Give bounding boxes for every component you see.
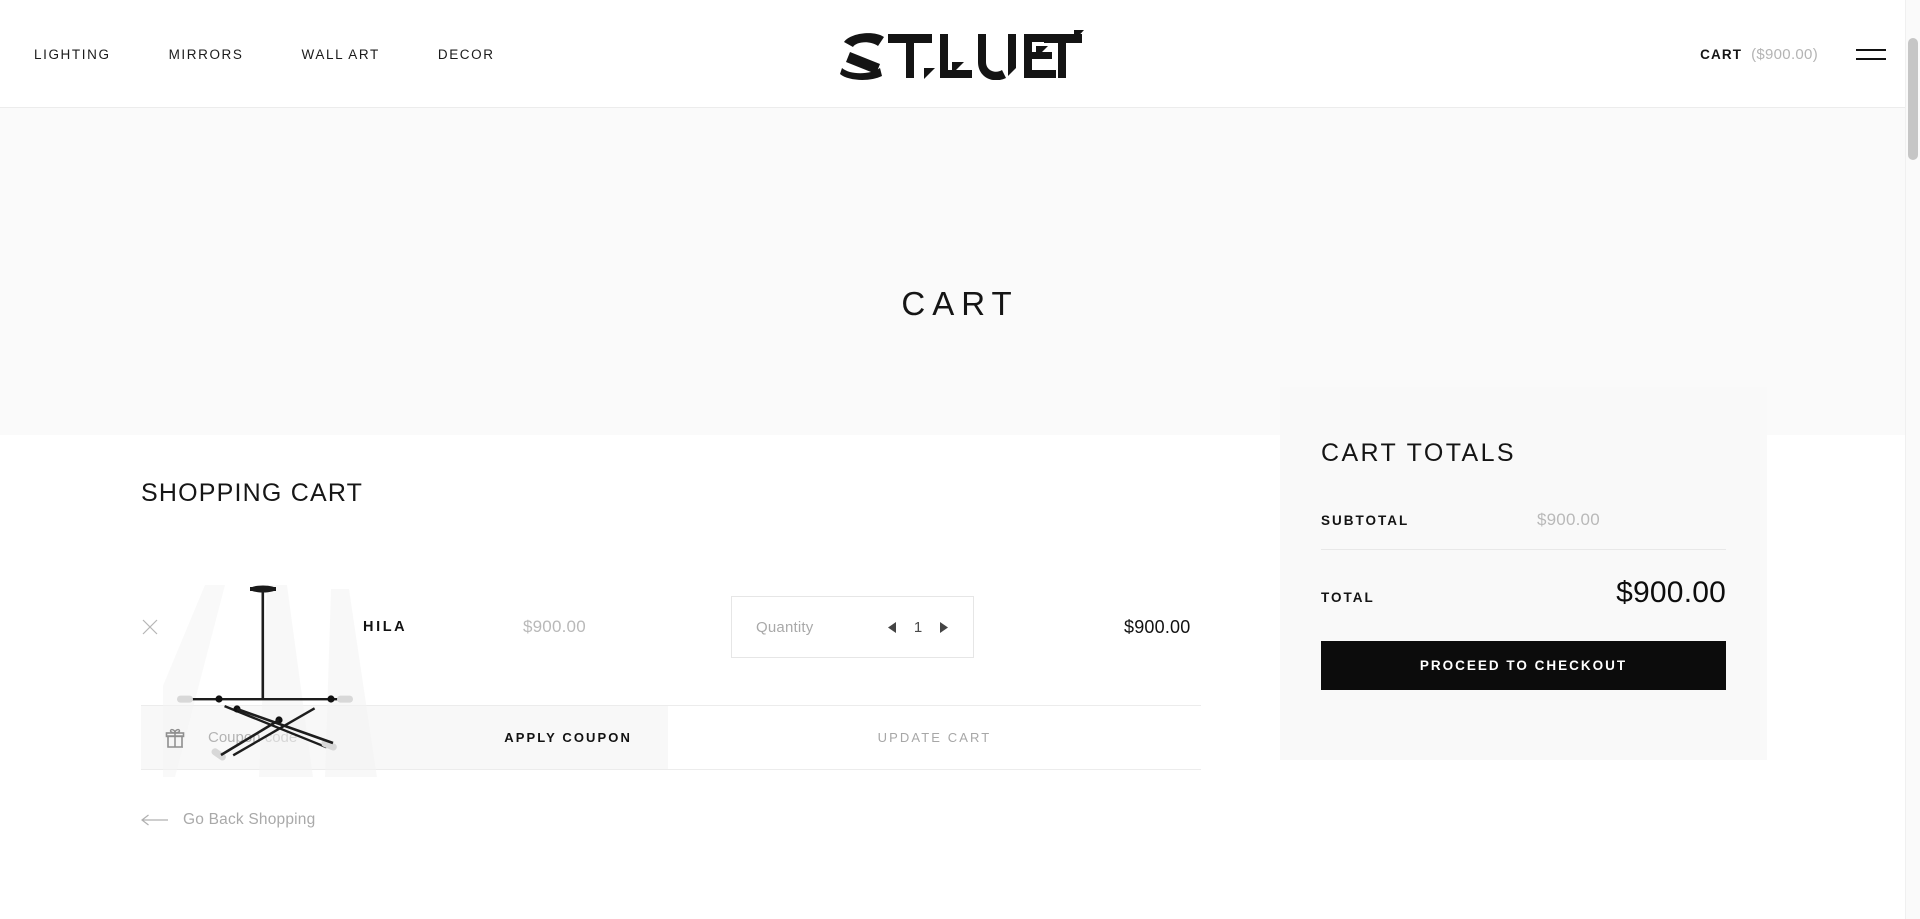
page-title: CART <box>901 285 1019 322</box>
cart-page: LIGHTING MIRRORS WALL ART DECOR CART ($9… <box>0 0 1920 919</box>
cart-column: SHOPPING CART HILA $900.00 Quantity 1 $9… <box>141 435 1201 831</box>
page-scrollbar-thumb[interactable] <box>1908 38 1918 160</box>
subtotal-label: SUBTOTAL <box>1321 513 1410 528</box>
product-line-total: $900.00 <box>1124 616 1191 637</box>
quantity-increment-button[interactable] <box>939 621 948 633</box>
triangle-left-icon <box>888 621 896 633</box>
primary-nav: LIGHTING MIRRORS WALL ART DECOR <box>34 0 553 108</box>
cart-item-row: HILA $900.00 Quantity 1 $900.00 <box>141 561 1201 777</box>
page-hero: CART <box>0 108 1920 435</box>
quantity-label: Quantity <box>756 618 814 636</box>
header-actions: CART ($900.00) <box>1700 0 1886 108</box>
nav-item-mirrors[interactable]: MIRRORS <box>169 47 244 62</box>
go-back-shopping-link[interactable]: Go Back Shopping <box>141 811 315 829</box>
header-cart-link[interactable]: CART ($900.00) <box>1700 46 1818 63</box>
subtotal-row: SUBTOTAL $900.00 <box>1321 510 1726 550</box>
arrow-left-icon <box>141 814 168 826</box>
header-cart-label: CART <box>1700 46 1743 62</box>
update-cart-area: UPDATE CART <box>668 706 1201 769</box>
subtotal-value: $900.00 <box>1537 510 1600 529</box>
nav-item-decor[interactable]: DECOR <box>438 47 495 62</box>
page-scrollbar-track[interactable] <box>1905 0 1920 919</box>
close-icon <box>142 619 158 635</box>
total-value: $900.00 <box>1616 576 1726 609</box>
product-unit-price: $900.00 <box>523 617 586 636</box>
quantity-stepper: Quantity 1 <box>731 596 974 658</box>
header-cart-amount: ($900.00) <box>1751 45 1818 63</box>
remove-item-button[interactable] <box>137 614 163 640</box>
product-thumbnail[interactable] <box>163 561 377 777</box>
site-logo[interactable] <box>836 28 1084 80</box>
nav-item-wall-art[interactable]: WALL ART <box>302 47 380 62</box>
total-label: TOTAL <box>1321 590 1375 605</box>
quantity-decrement-button[interactable] <box>888 621 897 633</box>
update-cart-button[interactable]: UPDATE CART <box>878 730 992 745</box>
site-header: LIGHTING MIRRORS WALL ART DECOR CART ($9… <box>0 0 1920 108</box>
cart-totals-panel: CART TOTALS SUBTOTAL $900.00 TOTAL $900.… <box>1280 387 1767 760</box>
nav-item-lighting[interactable]: LIGHTING <box>34 47 111 62</box>
total-row: TOTAL $900.00 <box>1321 576 1726 610</box>
go-back-shopping-label: Go Back Shopping <box>183 811 316 828</box>
hamburger-menu-icon[interactable] <box>1856 44 1886 64</box>
quantity-controls: 1 <box>888 619 948 636</box>
quantity-value[interactable]: 1 <box>913 619 923 636</box>
triangle-right-icon <box>940 621 948 633</box>
apply-coupon-button[interactable]: APPLY COUPON <box>504 730 642 745</box>
cart-totals-heading: CART TOTALS <box>1321 439 1516 467</box>
proceed-to-checkout-button[interactable]: PROCEED TO CHECKOUT <box>1321 641 1726 690</box>
